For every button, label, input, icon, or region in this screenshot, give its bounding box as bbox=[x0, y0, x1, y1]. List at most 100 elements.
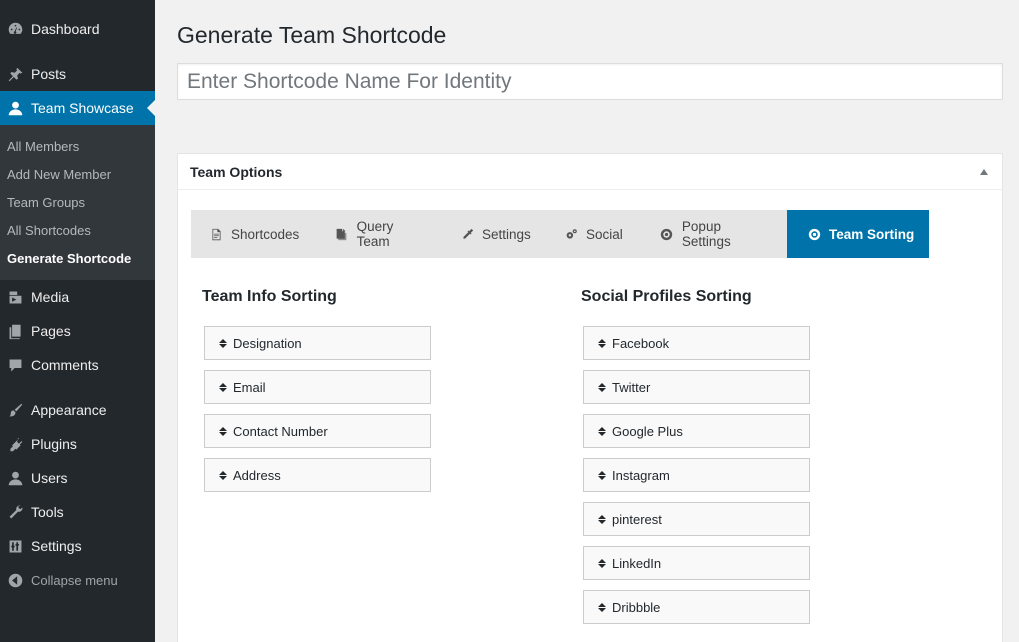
menu-label: Comments bbox=[31, 357, 99, 373]
sortable-info-item[interactable]: Designation bbox=[204, 326, 431, 360]
gears-icon bbox=[564, 227, 578, 241]
submenu-generate-shortcode[interactable]: Generate Shortcode bbox=[7, 251, 131, 266]
tab-label: Query Team bbox=[356, 219, 394, 249]
users-icon bbox=[2, 468, 28, 488]
menu-settings[interactable]: Settings bbox=[0, 529, 155, 563]
menu-plugins[interactable]: Plugins bbox=[0, 427, 155, 461]
sort-item-label: Facebook bbox=[612, 335, 670, 351]
pages-icon bbox=[2, 321, 28, 341]
menu-appearance[interactable]: Appearance bbox=[0, 393, 155, 427]
menu-comments[interactable]: Comments bbox=[0, 348, 155, 382]
team-info-sorting-title: Team Info Sorting bbox=[202, 288, 337, 305]
menu-label: Users bbox=[31, 470, 68, 486]
menu-label: Appearance bbox=[31, 402, 107, 418]
tab-settings[interactable]: Settings bbox=[442, 210, 546, 258]
sort-arrows-icon bbox=[219, 382, 227, 392]
collapse-toggle-icon[interactable] bbox=[980, 168, 988, 175]
sort-item-label: Address bbox=[233, 467, 281, 483]
sort-arrows-icon bbox=[598, 426, 606, 436]
sortable-social-item[interactable]: Google Plus bbox=[583, 414, 810, 448]
sortable-social-item[interactable]: Twitter bbox=[583, 370, 810, 404]
menu-label: Pages bbox=[31, 323, 71, 339]
copy-icon bbox=[335, 227, 349, 241]
settings-icon bbox=[2, 536, 28, 556]
sortable-info-item[interactable]: Email bbox=[204, 370, 431, 404]
tab-query-team[interactable]: Query Team bbox=[317, 210, 442, 258]
team-options-header[interactable]: Team Options bbox=[178, 154, 1002, 190]
sort-arrows-icon bbox=[598, 338, 606, 348]
tab-label: Popup Settings bbox=[681, 219, 731, 249]
eyedropper-icon bbox=[460, 227, 474, 241]
tab-label: Team Sorting bbox=[829, 226, 915, 242]
team-options-title: Team Options bbox=[190, 163, 283, 180]
collapse-menu-button[interactable]: Collapse menu bbox=[0, 563, 155, 597]
user-icon bbox=[2, 98, 28, 118]
submenu-add-new-member[interactable]: Add New Member bbox=[7, 167, 111, 182]
lifebuoy-icon bbox=[807, 227, 821, 241]
lifebuoy-icon bbox=[660, 227, 674, 241]
menu-tools[interactable]: Tools bbox=[0, 495, 155, 529]
sort-arrows-icon bbox=[598, 602, 606, 612]
sortable-social-item[interactable]: LinkedIn bbox=[583, 546, 810, 580]
menu-team-showcase[interactable]: Team Showcase bbox=[0, 91, 155, 125]
sort-arrows-icon bbox=[219, 426, 227, 436]
menu-pages[interactable]: Pages bbox=[0, 314, 155, 348]
options-tabs: Shortcodes Query Team Settings Social Po… bbox=[191, 210, 929, 258]
sortable-social-item[interactable]: pinterest bbox=[583, 502, 810, 536]
tab-label: Shortcodes bbox=[231, 226, 300, 242]
comment-icon bbox=[2, 355, 28, 375]
sortable-info-item[interactable]: Address bbox=[204, 458, 431, 492]
menu-label: Settings bbox=[31, 538, 82, 554]
sort-arrows-icon bbox=[219, 470, 227, 480]
collapse-arrow-icon bbox=[2, 570, 28, 590]
admin-sidebar: Dashboard Posts Team Showcase All Member… bbox=[0, 0, 155, 642]
menu-dashboard[interactable]: Dashboard bbox=[0, 12, 155, 46]
menu-label: Team Showcase bbox=[31, 100, 134, 116]
team-showcase-submenu: All Members Add New Member Team Groups A… bbox=[0, 125, 155, 280]
menu-label: Plugins bbox=[31, 436, 77, 452]
sortable-social-item[interactable]: Facebook bbox=[583, 326, 810, 360]
sortable-social-item[interactable]: Dribbble bbox=[583, 590, 810, 624]
sortable-info-item[interactable]: Contact Number bbox=[204, 414, 431, 448]
social-profiles-sorting-title: Social Profiles Sorting bbox=[581, 288, 752, 305]
menu-users[interactable]: Users bbox=[0, 461, 155, 495]
plugin-icon bbox=[2, 434, 28, 454]
sort-item-label: pinterest bbox=[612, 511, 662, 527]
sort-arrows-icon bbox=[219, 338, 227, 348]
dashboard-icon bbox=[2, 19, 28, 39]
tab-label: Social bbox=[586, 226, 623, 242]
submenu-all-members[interactable]: All Members bbox=[7, 139, 79, 154]
menu-label: Tools bbox=[31, 504, 64, 520]
sort-item-label: Email bbox=[233, 379, 266, 395]
team-options-box: Team Options Shortcodes Query Team Setti… bbox=[177, 153, 1003, 642]
page-title: Generate Team Shortcode bbox=[177, 22, 447, 48]
submenu-team-groups[interactable]: Team Groups bbox=[7, 195, 85, 210]
tab-social[interactable]: Social bbox=[546, 210, 642, 258]
sort-item-label: Instagram bbox=[612, 467, 670, 483]
shortcode-icon bbox=[209, 227, 223, 241]
sortable-social-item[interactable]: Instagram bbox=[583, 458, 810, 492]
menu-media[interactable]: Media bbox=[0, 280, 155, 314]
tab-label: Settings bbox=[482, 226, 531, 242]
menu-label: Posts bbox=[31, 66, 67, 82]
sort-arrows-icon bbox=[598, 558, 606, 568]
sort-item-label: Twitter bbox=[612, 379, 651, 395]
menu-label: Media bbox=[31, 289, 70, 305]
sort-item-label: Google Plus bbox=[612, 423, 683, 439]
wrench-icon bbox=[2, 502, 28, 522]
collapse-menu-label: Collapse menu bbox=[31, 572, 118, 588]
sort-arrows-icon bbox=[598, 514, 606, 524]
sort-item-label: Contact Number bbox=[233, 423, 328, 439]
menu-label: Dashboard bbox=[31, 21, 100, 37]
tab-team-sorting[interactable]: Team Sorting bbox=[787, 210, 929, 258]
submenu-all-shortcodes[interactable]: All Shortcodes bbox=[7, 223, 91, 238]
sort-arrows-icon bbox=[598, 470, 606, 480]
sort-item-label: Dribbble bbox=[612, 599, 661, 615]
sort-item-label: Designation bbox=[233, 335, 302, 351]
menu-posts[interactable]: Posts bbox=[0, 57, 155, 91]
tab-shortcodes[interactable]: Shortcodes bbox=[191, 210, 317, 258]
media-icon bbox=[2, 287, 28, 307]
sort-arrows-icon bbox=[598, 382, 606, 392]
shortcode-name-input[interactable] bbox=[177, 63, 1003, 100]
tab-popup-settings[interactable]: Popup Settings bbox=[642, 210, 787, 258]
